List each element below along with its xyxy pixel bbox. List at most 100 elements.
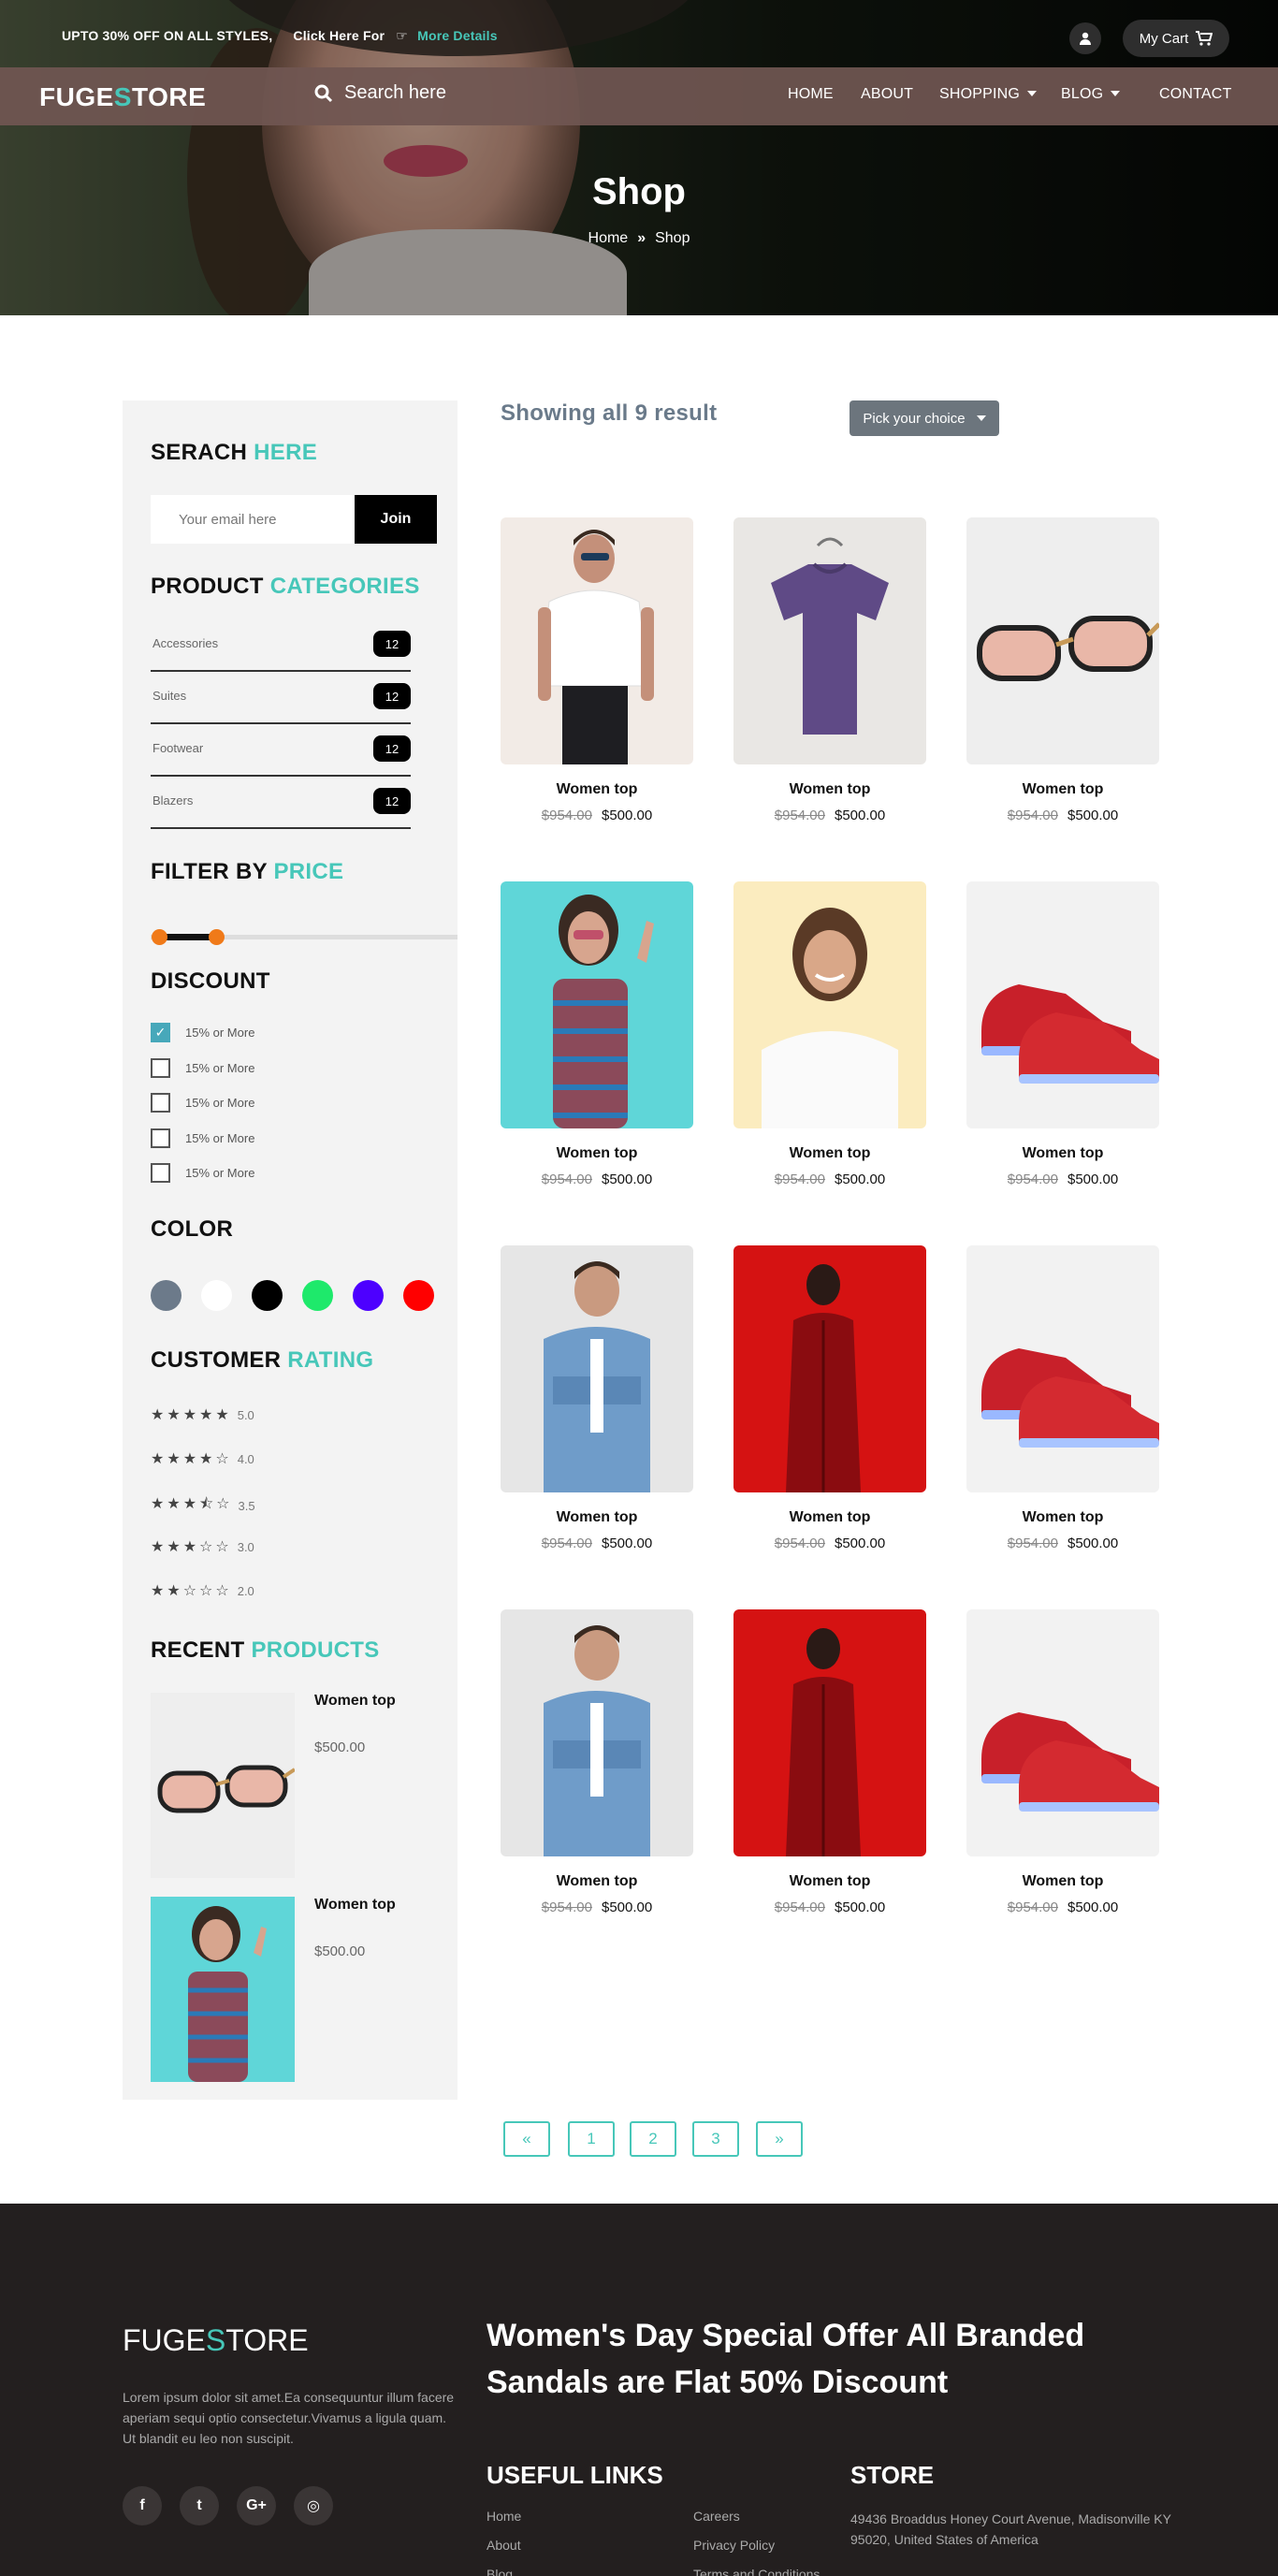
color-swatch-green[interactable] [302, 1280, 333, 1311]
nav-contact[interactable]: CONTACT [1159, 86, 1232, 103]
product-card[interactable]: Women top $954.00 $500.00 [733, 1245, 926, 1551]
discount-option[interactable]: 15% or More [151, 1163, 254, 1183]
product-name[interactable]: Women top [501, 781, 693, 798]
instagram-icon[interactable]: ◎ [294, 2486, 333, 2525]
recent-product-image[interactable] [151, 1897, 295, 2082]
product-card[interactable]: Women top $954.00 $500.00 [966, 1609, 1159, 1915]
product-name[interactable]: Women top [966, 1509, 1159, 1526]
product-image[interactable] [501, 881, 693, 1128]
checkbox-checked[interactable]: ✓ [151, 1023, 170, 1042]
twitter-icon[interactable]: t [180, 2486, 219, 2525]
product-card[interactable]: Women top $954.00 $500.00 [501, 517, 693, 823]
product-card[interactable]: Women top $954.00 $500.00 [733, 1609, 926, 1915]
product-image[interactable] [966, 1609, 1159, 1856]
product-card[interactable]: Women top $954.00 $500.00 [966, 1245, 1159, 1551]
rating-filter[interactable]: ★★★★☆ 4.0 [151, 1449, 254, 1468]
discount-option[interactable]: 15% or More [151, 1058, 254, 1078]
rating-filter[interactable]: ★★★⯪☆ 3.5 [151, 1493, 255, 1519]
product-name[interactable]: Women top [733, 781, 926, 798]
product-name[interactable]: Women top [501, 1873, 693, 1890]
product-card[interactable]: Women top $954.00 $500.00 [501, 1609, 693, 1915]
product-name[interactable]: Women top [733, 1873, 926, 1890]
product-card[interactable]: Women top $954.00 $500.00 [733, 881, 926, 1187]
product-image[interactable] [501, 517, 693, 764]
facebook-icon[interactable]: f [123, 2486, 162, 2525]
user-account-button[interactable] [1069, 22, 1101, 54]
category-item[interactable]: Footwear 12 [151, 724, 411, 777]
category-item[interactable]: Blazers 12 [151, 777, 411, 829]
product-image[interactable] [733, 1609, 926, 1856]
color-swatch-slate[interactable] [151, 1280, 182, 1311]
rating-filter[interactable]: ★★★☆☆ 3.0 [151, 1537, 254, 1556]
price-slider-max-handle[interactable] [209, 929, 225, 945]
product-card[interactable]: Women top $954.00 $500.00 [501, 1245, 693, 1551]
footer-link-home[interactable]: Home [487, 2509, 521, 2524]
nav-search[interactable]: Search here [314, 82, 446, 104]
my-cart-button[interactable]: My Cart [1123, 20, 1229, 57]
nav-home[interactable]: HOME [788, 86, 834, 103]
join-button[interactable]: Join [355, 495, 437, 544]
recent-product-name[interactable]: Women top [314, 1692, 408, 1710]
promo-text: UPTO 30% OFF ON ALL STYLES, [62, 28, 273, 43]
price-slider-min-handle[interactable] [152, 929, 167, 945]
product-name[interactable]: Women top [966, 1873, 1159, 1890]
recent-product-image[interactable] [151, 1693, 297, 1878]
product-image[interactable] [966, 517, 1159, 764]
footer-link-careers[interactable]: Careers [693, 2509, 740, 2524]
footer-logo[interactable]: FUGESTORE [123, 2323, 309, 2358]
double-chevron-right-icon: » [637, 230, 646, 246]
discount-option[interactable]: 15% or More [151, 1093, 254, 1113]
color-swatch-black[interactable] [252, 1280, 283, 1311]
product-image[interactable] [733, 1245, 926, 1492]
product-card[interactable]: Women top $954.00 $500.00 [501, 881, 693, 1187]
product-price: $954.00 $500.00 [501, 808, 693, 823]
product-name[interactable]: Women top [966, 781, 1159, 798]
product-image[interactable] [733, 881, 926, 1128]
pagination-prev[interactable]: « [503, 2121, 550, 2157]
nav-blog[interactable]: BLOG [1061, 86, 1121, 103]
product-image[interactable] [501, 1245, 693, 1492]
product-image[interactable] [966, 881, 1159, 1128]
pagination-page-1[interactable]: 1 [568, 2121, 615, 2157]
nav-about[interactable]: ABOUT [861, 86, 913, 103]
footer-link-privacy[interactable]: Privacy Policy [693, 2538, 775, 2553]
footer-link-terms[interactable]: Terms and Conditions [693, 2567, 820, 2576]
color-swatch-blue[interactable] [353, 1280, 384, 1311]
product-name[interactable]: Women top [733, 1145, 926, 1162]
rating-filter[interactable]: ★★☆☆☆ 2.0 [151, 1581, 254, 1600]
checkbox[interactable] [151, 1058, 170, 1078]
breadcrumb-home[interactable]: Home [588, 230, 629, 246]
discount-option[interactable]: ✓ 15% or More [151, 1023, 254, 1042]
checkbox[interactable] [151, 1128, 170, 1148]
pagination-next[interactable]: » [756, 2121, 803, 2157]
brand-logo[interactable]: FUGESTORE [39, 82, 206, 112]
product-image[interactable] [733, 517, 926, 764]
product-image[interactable] [501, 1609, 693, 1856]
footer-link-blog[interactable]: Blog [487, 2567, 513, 2576]
pagination-page-2[interactable]: 2 [630, 2121, 676, 2157]
recent-product-name[interactable]: Women top [314, 1896, 408, 1914]
product-card[interactable]: Women top $954.00 $500.00 [966, 517, 1159, 823]
product-card[interactable]: Women top $954.00 $500.00 [733, 517, 926, 823]
checkbox[interactable] [151, 1163, 170, 1183]
product-name[interactable]: Women top [501, 1509, 693, 1526]
discount-option[interactable]: 15% or More [151, 1128, 254, 1148]
color-swatch-red[interactable] [403, 1280, 434, 1311]
footer-link-about[interactable]: About [487, 2538, 521, 2553]
pagination-page-3[interactable]: 3 [692, 2121, 739, 2157]
google-plus-icon[interactable]: G+ [237, 2486, 276, 2525]
sort-dropdown[interactable]: Pick your choice [850, 400, 999, 436]
nav-shopping[interactable]: SHOPPING [939, 86, 1038, 103]
product-image[interactable] [966, 1245, 1159, 1492]
product-card[interactable]: Women top $954.00 $500.00 [966, 881, 1159, 1187]
color-swatch-white[interactable] [201, 1280, 232, 1311]
email-field[interactable]: Your email here [151, 495, 355, 544]
product-name[interactable]: Women top [733, 1509, 926, 1526]
promo-more-details-link[interactable]: More Details [417, 28, 498, 43]
checkbox[interactable] [151, 1093, 170, 1113]
rating-filter[interactable]: ★★★★★ 5.0 [151, 1405, 254, 1424]
product-name[interactable]: Women top [501, 1145, 693, 1162]
category-item[interactable]: Accessories 12 [151, 619, 411, 672]
category-item[interactable]: Suites 12 [151, 672, 411, 724]
product-name[interactable]: Women top [966, 1145, 1159, 1162]
